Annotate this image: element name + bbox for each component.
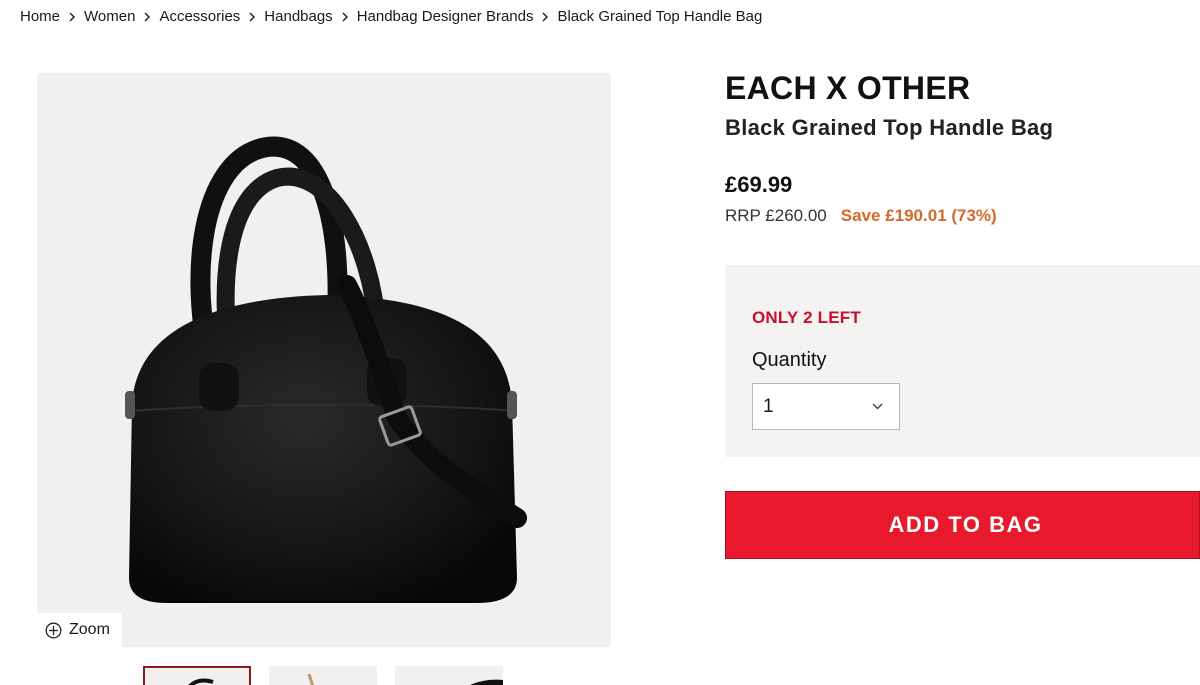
- product-brand[interactable]: EACH X OTHER: [725, 70, 970, 107]
- zoom-button[interactable]: Zoom: [37, 613, 122, 647]
- breadcrumb-current: Black Grained Top Handle Bag: [557, 8, 763, 25]
- breadcrumb-women[interactable]: Women: [84, 8, 135, 25]
- stock-panel: ONLY 2 LEFT Quantity 1: [725, 265, 1200, 457]
- rrp-price: RRP £260.00: [725, 206, 827, 225]
- chevron-right-icon: [240, 12, 264, 22]
- chevron-down-icon: [872, 403, 883, 410]
- breadcrumb: Home Women Accessories Handbags Handbag …: [20, 8, 762, 25]
- zoom-label: Zoom: [69, 621, 110, 638]
- breadcrumb-accessories[interactable]: Accessories: [159, 8, 240, 25]
- thumbnail-2[interactable]: [269, 666, 377, 685]
- thumbnail-strip: [143, 666, 503, 685]
- handbag-image: [125, 136, 527, 603]
- chevron-right-icon: [60, 12, 84, 22]
- add-to-bag-button[interactable]: ADD TO BAG: [725, 491, 1200, 559]
- thumbnail-1[interactable]: [143, 666, 251, 685]
- quantity-label: Quantity: [752, 349, 827, 371]
- zoom-icon: [45, 622, 62, 638]
- product-name: Black Grained Top Handle Bag: [725, 115, 1054, 140]
- product-main-image[interactable]: [37, 73, 611, 647]
- stock-alert: ONLY 2 LEFT: [752, 308, 861, 327]
- quantity-select[interactable]: 1: [752, 383, 900, 430]
- breadcrumb-home[interactable]: Home: [20, 8, 60, 25]
- chevron-right-icon: [135, 12, 159, 22]
- chevron-right-icon: [333, 12, 357, 22]
- breadcrumb-designer-brands[interactable]: Handbag Designer Brands: [357, 8, 534, 25]
- chevron-right-icon: [533, 12, 557, 22]
- saving-amount: Save £190.01 (73%): [840, 206, 997, 225]
- breadcrumb-handbags[interactable]: Handbags: [264, 8, 332, 25]
- quantity-value: 1: [763, 395, 774, 417]
- thumbnail-3[interactable]: [395, 666, 503, 685]
- price-comparison: RRP £260.00 Save £190.01 (73%): [725, 206, 997, 226]
- product-price: £69.99: [725, 172, 793, 197]
